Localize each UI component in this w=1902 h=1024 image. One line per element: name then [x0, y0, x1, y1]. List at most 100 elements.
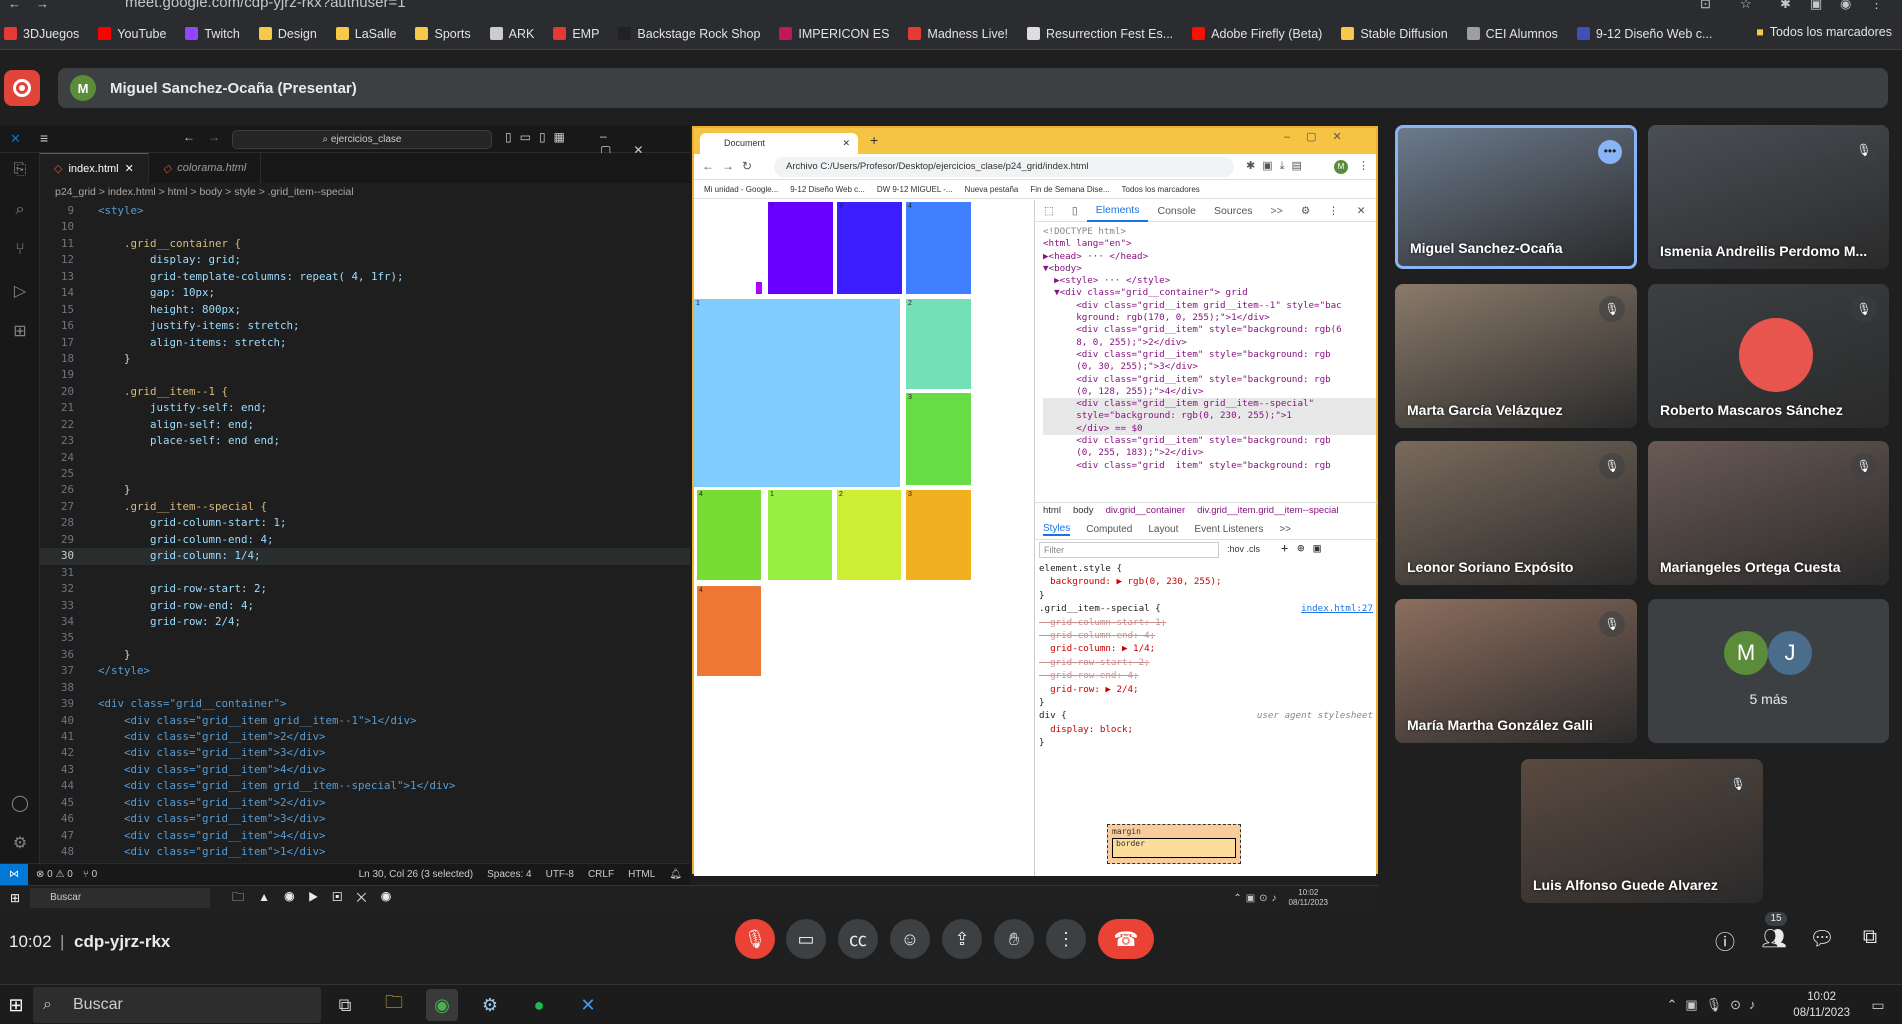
bookmark-item[interactable]: YouTube	[98, 27, 166, 41]
code-line[interactable]: 44 <div class="grid__item grid__item--sp…	[40, 778, 690, 794]
code-line[interactable]: 22 align-self: end;	[40, 417, 690, 433]
close-icon[interactable]: ✕	[842, 133, 850, 154]
all-bookmarks[interactable]: ■ Todos los marcadores	[1756, 25, 1892, 39]
forward-icon[interactable]: →	[208, 130, 220, 144]
code-line[interactable]: 20 .grid__item--1 {	[40, 384, 690, 400]
extensions-icon[interactable]: ⊞	[10, 321, 30, 341]
taskbar-search[interactable]: ⌕ Buscar	[33, 987, 321, 1023]
ports-indicator[interactable]: ⑂ 0	[83, 869, 97, 880]
device-icon[interactable]: ▯	[1063, 205, 1087, 217]
inner-pinned-apps[interactable]: 🗀︎▲◉▶▣✕◉	[232, 888, 405, 909]
dom-crumb[interactable]: div.grid__container	[1106, 505, 1186, 516]
participant-tile[interactable]: 🎙︎ Mariangeles Ortega Cuesta	[1648, 441, 1889, 585]
line-ending[interactable]: CRLF	[588, 869, 614, 880]
bookmark-item[interactable]: Stable Diffusion	[1341, 27, 1448, 41]
devtools-tab[interactable]: Elements	[1086, 200, 1149, 222]
css-declaration[interactable]: grid-row: ▶ 2/4;	[1039, 683, 1373, 696]
toolbar-icons[interactable]: ✱▣⤓▤	[1246, 159, 1309, 173]
dom-node-line[interactable]: <div class="grid__item" style="backgroun…	[1043, 435, 1376, 447]
bookmark-item[interactable]: Backstage Rock Shop	[618, 27, 760, 41]
vscode-icon[interactable]: ✕	[572, 989, 604, 1021]
notifications-icon[interactable]: 🔔︎	[669, 869, 682, 880]
menu-icon[interactable]: ≡	[40, 130, 48, 146]
shared-bookmark-item[interactable]: 9-12 Diseño Web c...	[790, 185, 865, 194]
code-line[interactable]: 41 <div class="grid__item">2</div>	[40, 729, 690, 745]
code-line[interactable]: 13 grid-template-columns: repeat( 4, 1fr…	[40, 269, 690, 285]
raise-hand-button[interactable]: ✋︎	[994, 919, 1034, 959]
info-icon[interactable]: ⓘ	[1711, 926, 1739, 954]
css-declaration[interactable]: grid-row-end: 4;	[1039, 669, 1373, 682]
bookmark-item[interactable]: CEI Alumnos	[1466, 27, 1558, 41]
new-tab-icon[interactable]: +	[870, 132, 878, 148]
devtools-tab[interactable]: Sources	[1205, 205, 1262, 217]
code-line[interactable]: 25	[40, 466, 690, 482]
bg-declaration[interactable]: background: ▶ rgb(0, 230, 255);	[1039, 576, 1221, 587]
devtools-tab[interactable]: Console	[1148, 205, 1205, 217]
more-vert-icon[interactable]: ⋮	[1319, 205, 1348, 217]
camera-button[interactable]: ▭	[786, 919, 826, 959]
bookmark-item[interactable]: Adobe Firefly (Beta)	[1192, 27, 1322, 41]
dom-node-line[interactable]: (0, 30, 255);">3</div>	[1043, 361, 1376, 373]
css-declaration[interactable]: grid-row-start: 2;	[1039, 656, 1373, 669]
code-line[interactable]: 39 <div class="grid__container">	[40, 696, 690, 712]
file-explorer-icon[interactable]: 🗀︎	[378, 989, 410, 1021]
code-line[interactable]: 24	[40, 450, 690, 466]
system-tray-icons[interactable]: ⌃▣🎙︎⊙♪	[1660, 989, 1770, 1021]
styles-subtab[interactable]: Layout	[1148, 524, 1178, 535]
sidepanel-icon[interactable]: ▣	[1810, 0, 1822, 12]
bookmark-item[interactable]: IMPERICON ES	[779, 27, 889, 41]
menu-icon[interactable]: ⋮	[1358, 159, 1369, 172]
dom-node-line[interactable]: <html lang="en">	[1043, 238, 1376, 250]
code-line[interactable]: 32 grid-row-start: 2;	[40, 581, 690, 597]
inner-tray-icons[interactable]: ⌃▣⊙♪	[1233, 893, 1280, 904]
css-declaration[interactable]: grid-column-start: 1;	[1039, 616, 1373, 629]
participant-tile[interactable]: 🎙︎ Ismenia Andreilis Perdomo M...	[1648, 125, 1889, 269]
close-icon[interactable]: ✕	[1348, 205, 1375, 217]
shared-bookmark-item[interactable]: DW 9-12 MIGUEL -...	[877, 185, 953, 194]
dom-node-line[interactable]: <div class="grid__item grid__item--1" st…	[1043, 300, 1376, 312]
dom-node-line[interactable]: ▼<body>	[1043, 263, 1376, 275]
code-line[interactable]: 9 <style>	[40, 203, 690, 219]
url-input[interactable]: Archivo C:/Users/Profesor/Desktop/ejerci…	[774, 157, 1234, 177]
code-line[interactable]: 47 <div class="grid__item">4</div>	[40, 828, 690, 844]
notifications-icon[interactable]: ▭	[1862, 989, 1894, 1021]
dom-node-line[interactable]: (0, 255, 183);">2</div>	[1043, 447, 1376, 459]
back-icon[interactable]: ←	[8, 0, 21, 11]
inspect-icon[interactable]: ⬚	[1035, 205, 1063, 217]
chrome-icon[interactable]: ◉	[426, 989, 458, 1021]
dom-crumb[interactable]: html	[1043, 505, 1061, 516]
more-options-button[interactable]: ⋮	[1046, 919, 1086, 959]
bookmark-item[interactable]: EMP	[553, 27, 599, 41]
extensions-icon[interactable]: ✱	[1780, 0, 1791, 12]
code-line[interactable]: 46 <div class="grid__item">3</div>	[40, 811, 690, 827]
profile-icon[interactable]: ◉	[1840, 0, 1851, 12]
code-line[interactable]: 48 <div class="grid__item">1</div>	[40, 844, 690, 860]
participant-tile[interactable]: 🎙︎ María Martha González Galli	[1395, 599, 1637, 743]
shared-bookmark-item[interactable]: Nueva pestaña	[965, 185, 1019, 194]
account-icon[interactable]: ◯	[10, 793, 30, 813]
remote-icon[interactable]: ⋈	[0, 863, 28, 886]
code-line[interactable]: 10	[40, 219, 690, 235]
encoding[interactable]: UTF-8	[546, 869, 574, 880]
browser-url-bar[interactable]: ← → meet.google.com/cdp-yjrz-rkx?authuse…	[0, 0, 1902, 18]
dom-tree[interactable]: <!DOCTYPE html> <html lang="en"> ▶<head> ·…	[1035, 222, 1376, 498]
dom-crumb[interactable]: body	[1073, 505, 1094, 516]
tab-colorama-html[interactable]: ◇ colorama.html	[149, 153, 262, 183]
code-line[interactable]: 14 gap: 10px;	[40, 285, 690, 301]
dom-crumb[interactable]: div.grid__item.grid__item--special	[1197, 505, 1338, 516]
more-options-icon[interactable]: •••	[1598, 140, 1622, 164]
bookmark-star-icon[interactable]: ☆	[1740, 0, 1752, 12]
code-line[interactable]: 12 display: grid;	[40, 252, 690, 268]
bookmark-item[interactable]: Twitch	[185, 27, 240, 41]
code-line[interactable]: 11 .grid__container {	[40, 236, 690, 252]
dom-node-line[interactable]: style="background: rgb(0, 230, 255);">1	[1043, 410, 1376, 423]
more-participants-tile[interactable]: MJ 5 más	[1648, 599, 1889, 743]
rule-source-link[interactable]: index.html:27	[1301, 602, 1373, 615]
dom-node-line[interactable]: <div class="grid__item grid__item--speci…	[1043, 398, 1376, 411]
shared-bookmark-item[interactable]: Fin de Semana Dise...	[1030, 185, 1109, 194]
run-debug-icon[interactable]: ▷	[10, 281, 30, 301]
problems-indicator[interactable]: ⊗ 0 ⚠ 0	[36, 869, 73, 880]
code-line[interactable]: 27 .grid__item--special {	[40, 499, 690, 515]
dom-node-line[interactable]: ▶<head> ··· </head>	[1043, 251, 1376, 263]
breadcrumb[interactable]: p24_grid > index.html > html > body > st…	[40, 183, 690, 201]
